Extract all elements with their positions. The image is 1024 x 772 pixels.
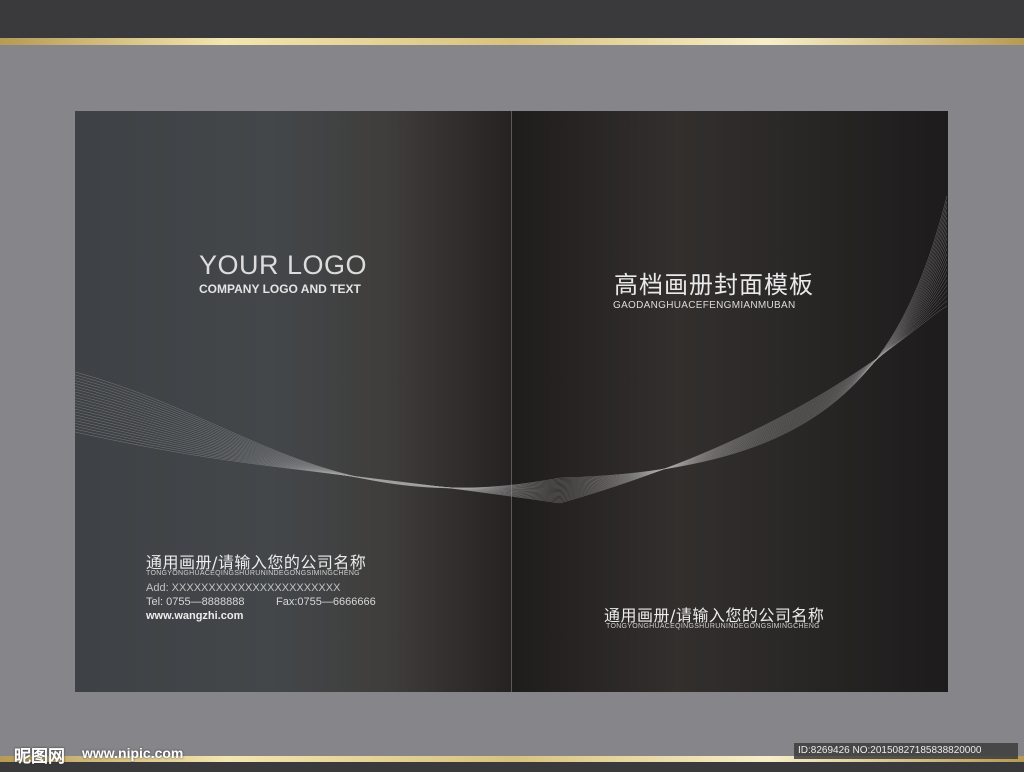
wave-line [75, 284, 948, 499]
bottom-band [0, 762, 1024, 772]
wave-line [75, 258, 948, 493]
wave-line [75, 279, 948, 498]
watermark-site-name: 昵图网 [14, 747, 65, 767]
wave-line [75, 269, 948, 495]
wave-line [75, 274, 948, 497]
watermark-url: www.nipic.com [82, 745, 184, 761]
wave-line [75, 290, 948, 500]
wave-line [75, 237, 948, 490]
watermark-id: ID:8269426 NO:20150827185838820000 [794, 743, 1018, 759]
wave-line [75, 222, 948, 489]
wave-line [75, 263, 948, 494]
wave-line [75, 248, 948, 491]
wave-lines-decoration [75, 195, 948, 504]
wave-line [75, 216, 948, 489]
wave-line [75, 227, 948, 489]
wave-line [75, 211, 948, 489]
wave-line [75, 243, 948, 490]
wave-line [75, 195, 948, 489]
wave-line [75, 206, 948, 489]
wave-line [75, 300, 948, 503]
